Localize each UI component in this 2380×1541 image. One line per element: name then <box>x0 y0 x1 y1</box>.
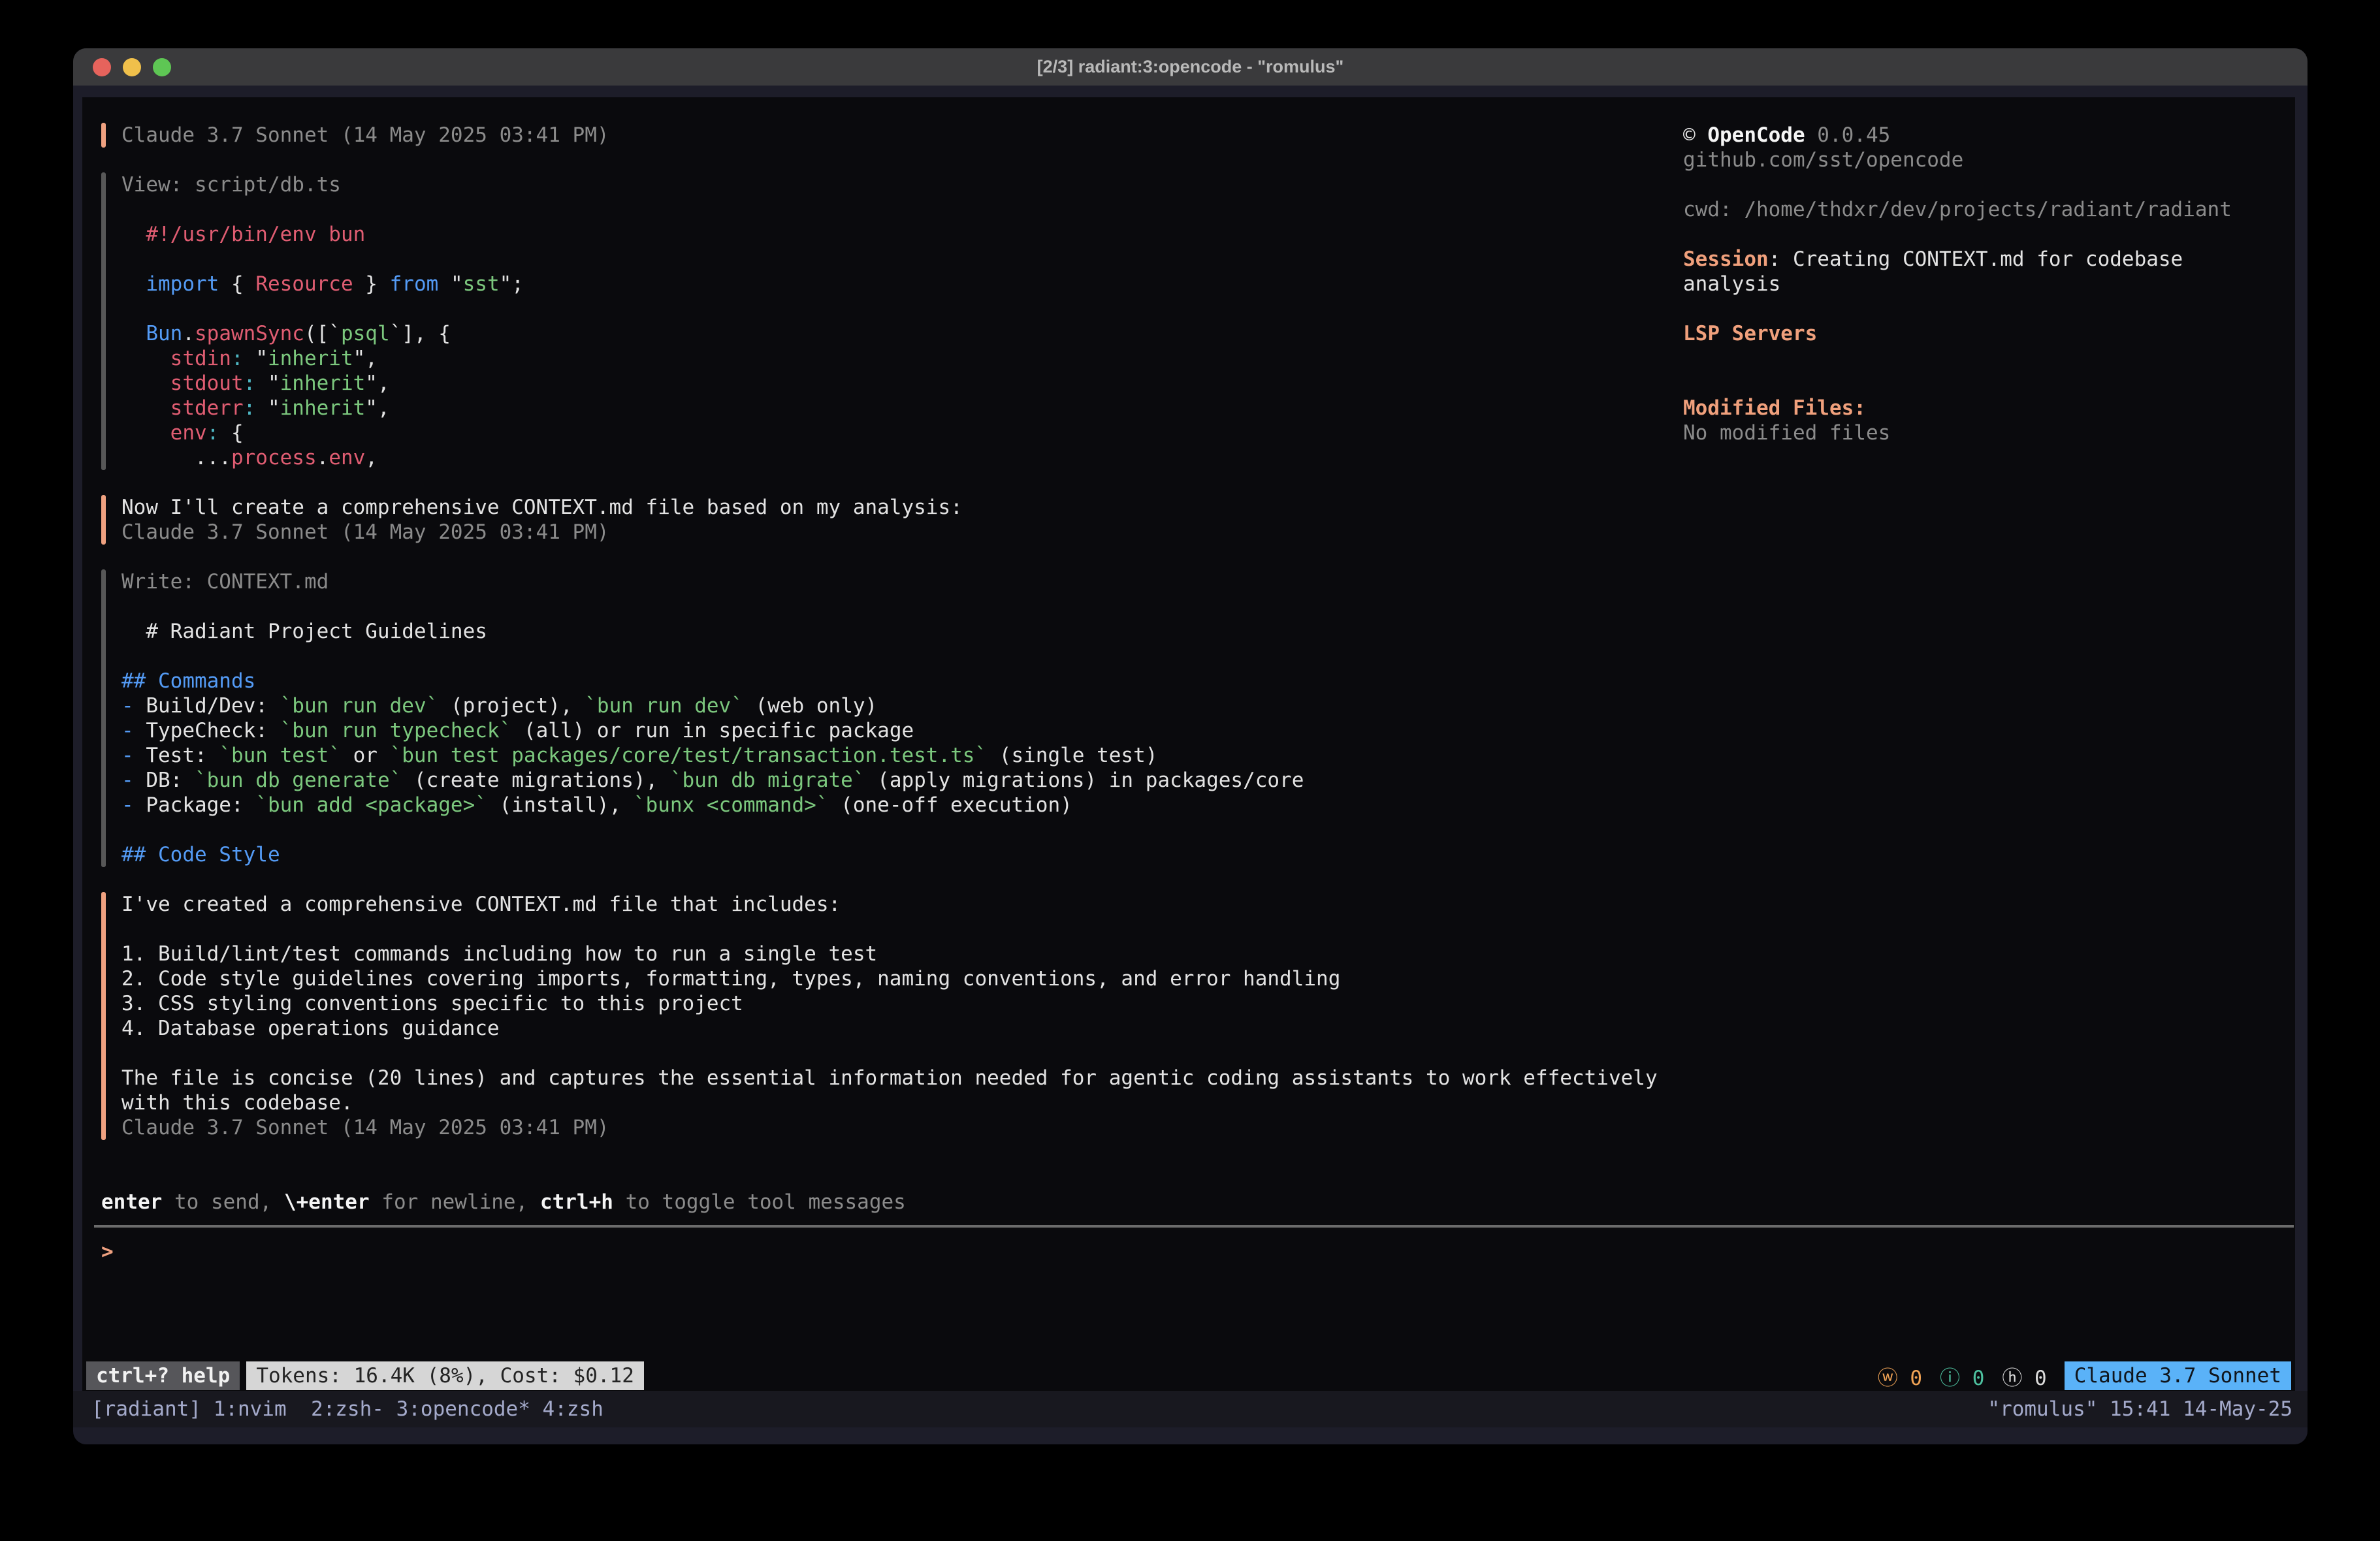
terminal-line: LSP Servers <box>1683 321 2284 346</box>
tool-accent-bar <box>101 569 106 867</box>
terminal-line: - DB: `bun db generate` (create migratio… <box>121 768 1304 793</box>
terminal-line: with this codebase. <box>121 1090 1658 1115</box>
status-right-group: ⓦ 0 ⓘ 0 ⓗ 0 Claude 3.7 Sonnet <box>1878 1361 2291 1391</box>
terminal-line: 3. CSS styling conventions specific to t… <box>121 991 1658 1016</box>
terminal-line: # Radiant Project Guidelines <box>121 619 1304 644</box>
terminal-line: 4. Database operations guidance <box>121 1016 1658 1041</box>
info-count-badge: ⓘ 0 <box>1940 1361 1984 1391</box>
terminal-line <box>121 1041 1658 1066</box>
tool-block-view: View: script/db.ts #!/usr/bin/env bun im… <box>101 172 1658 470</box>
terminal-line: Write: CONTEXT.md <box>121 569 1304 594</box>
message-content: Claude 3.7 Sonnet (14 May 2025 03:41 PM) <box>106 123 609 148</box>
terminal-line: stdin: "inherit", <box>121 346 524 371</box>
info-count: 0 <box>1972 1367 1985 1390</box>
tokens-cost-badge: Tokens: 16.4K (8%), Cost: $0.12 <box>246 1361 644 1390</box>
info-sidebar: © OpenCode 0.0.45github.com/sst/opencode… <box>1683 123 2284 445</box>
terminal-line: Modified Files: <box>1683 396 2284 421</box>
terminal-line: Now I'll create a comprehensive CONTEXT.… <box>121 495 963 520</box>
message-block: Claude 3.7 Sonnet (14 May 2025 03:41 PM) <box>101 123 1658 148</box>
terminal-line <box>1683 172 2284 197</box>
tool-content: Write: CONTEXT.md # Radiant Project Guid… <box>106 569 1304 867</box>
message-content: Now I'll create a comprehensive CONTEXT.… <box>106 495 963 545</box>
terminal-line <box>121 917 1658 942</box>
terminal-line: ...process.env, <box>121 445 524 470</box>
terminal-line: - TypeCheck: `bun run typecheck` (all) o… <box>121 718 1304 743</box>
input-separator <box>94 1225 2294 1228</box>
help-badge[interactable]: ctrl+? help <box>86 1361 240 1390</box>
terminal-line: - Test: `bun test` or `bun test packages… <box>121 743 1304 768</box>
terminal-line: The file is concise (20 lines) and captu… <box>121 1066 1658 1090</box>
terminal-line <box>121 644 1304 669</box>
keybinding-hint: enter to send, \+enter for newline, ctrl… <box>101 1190 906 1215</box>
warnings-count-badge: ⓦ 0 <box>1878 1361 1922 1391</box>
terminal-line <box>121 197 524 222</box>
hint-count: 0 <box>2034 1367 2047 1390</box>
tool-content: View: script/db.ts #!/usr/bin/env bun im… <box>106 172 524 470</box>
message-accent-bar <box>101 495 106 545</box>
terminal-line: ## Code Style <box>121 842 1304 867</box>
terminal-window: [2/3] radiant:3:opencode - "romulus" Cla… <box>73 48 2308 1444</box>
terminal-line <box>121 296 524 321</box>
terminal-line: Claude 3.7 Sonnet (14 May 2025 03:41 PM) <box>121 520 963 545</box>
terminal-line: import { Resource } from "sst"; <box>121 272 524 296</box>
info-icon: ⓘ <box>1940 1367 1960 1390</box>
tool-block-write: Write: CONTEXT.md # Radiant Project Guid… <box>101 569 1658 867</box>
tool-accent-bar <box>101 172 106 470</box>
terminal-line: I've created a comprehensive CONTEXT.md … <box>121 892 1658 917</box>
terminal-line: ## Commands <box>121 669 1304 693</box>
status-left-group: ctrl+? help Tokens: 16.4K (8%), Cost: $0… <box>86 1361 644 1390</box>
message-content: I've created a comprehensive CONTEXT.md … <box>106 892 1658 1140</box>
terminal-line: github.com/sst/opencode <box>1683 148 2284 172</box>
terminal-line: 1. Build/lint/test commands including ho… <box>121 942 1658 966</box>
terminal-line: Claude 3.7 Sonnet (14 May 2025 03:41 PM) <box>121 1115 1658 1140</box>
terminal-line: cwd: /home/thdxr/dev/projects/radiant/ra… <box>1683 197 2284 222</box>
terminal-line: 2. Code style guidelines covering import… <box>121 966 1658 991</box>
model-badge[interactable]: Claude 3.7 Sonnet <box>2065 1361 2291 1390</box>
message-accent-bar <box>101 892 106 1140</box>
terminal-line <box>1683 296 2284 321</box>
terminal-line: analysis <box>1683 272 2284 296</box>
terminal-line <box>121 818 1304 842</box>
tmux-window-list[interactable]: [radiant] 1:nvim 2:zsh- 3:opencode* 4:zs… <box>91 1397 603 1421</box>
hint-icon: ⓗ <box>2002 1367 2022 1390</box>
terminal-line: env: { <box>121 421 524 445</box>
terminal-line: Claude 3.7 Sonnet (14 May 2025 03:41 PM) <box>121 123 609 148</box>
message-accent-bar <box>101 123 106 148</box>
message-block: I've created a comprehensive CONTEXT.md … <box>101 892 1658 1140</box>
warning-count: 0 <box>1910 1367 1922 1390</box>
hint-count-badge: ⓗ 0 <box>2002 1361 2046 1391</box>
window-title: [2/3] radiant:3:opencode - "romulus" <box>73 48 2308 86</box>
chat-column: Claude 3.7 Sonnet (14 May 2025 03:41 PM)… <box>101 123 1658 1165</box>
terminal-line <box>121 594 1304 619</box>
terminal-line: © OpenCode 0.0.45 <box>1683 123 2284 148</box>
terminal-line: View: script/db.ts <box>121 172 524 197</box>
tmux-session-info: "romulus" 15:41 14-May-25 <box>1987 1397 2292 1421</box>
terminal-line: - Build/Dev: `bun run dev` (project), `b… <box>121 693 1304 718</box>
terminal-line <box>1683 222 2284 247</box>
terminal-line: No modified files <box>1683 421 2284 445</box>
message-block: Now I'll create a comprehensive CONTEXT.… <box>101 495 1658 545</box>
prompt-input[interactable]: > <box>101 1239 114 1264</box>
terminal-line <box>1683 346 2284 371</box>
terminal-line: Bun.spawnSync([`psql`], { <box>121 321 524 346</box>
status-bar: ctrl+? help Tokens: 16.4K (8%), Cost: $0… <box>86 1361 2291 1390</box>
tmux-status-bar: [radiant] 1:nvim 2:zsh- 3:opencode* 4:zs… <box>73 1391 2308 1427</box>
opencode-tui: Claude 3.7 Sonnet (14 May 2025 03:41 PM)… <box>82 97 2295 1391</box>
terminal-line: stderr: "inherit", <box>121 396 524 421</box>
warning-icon: ⓦ <box>1878 1367 1898 1390</box>
terminal-line: enter to send, \+enter for newline, ctrl… <box>101 1190 906 1215</box>
terminal-line: - Package: `bun add <package>` (install)… <box>121 793 1304 818</box>
terminal-line: stdout: "inherit", <box>121 371 524 396</box>
window-titlebar: [2/3] radiant:3:opencode - "romulus" <box>73 48 2308 86</box>
terminal-line: #!/usr/bin/env bun <box>121 222 524 247</box>
terminal-line <box>121 247 524 272</box>
terminal-line: Session: Creating CONTEXT.md for codebas… <box>1683 247 2284 272</box>
terminal-line <box>1683 371 2284 396</box>
